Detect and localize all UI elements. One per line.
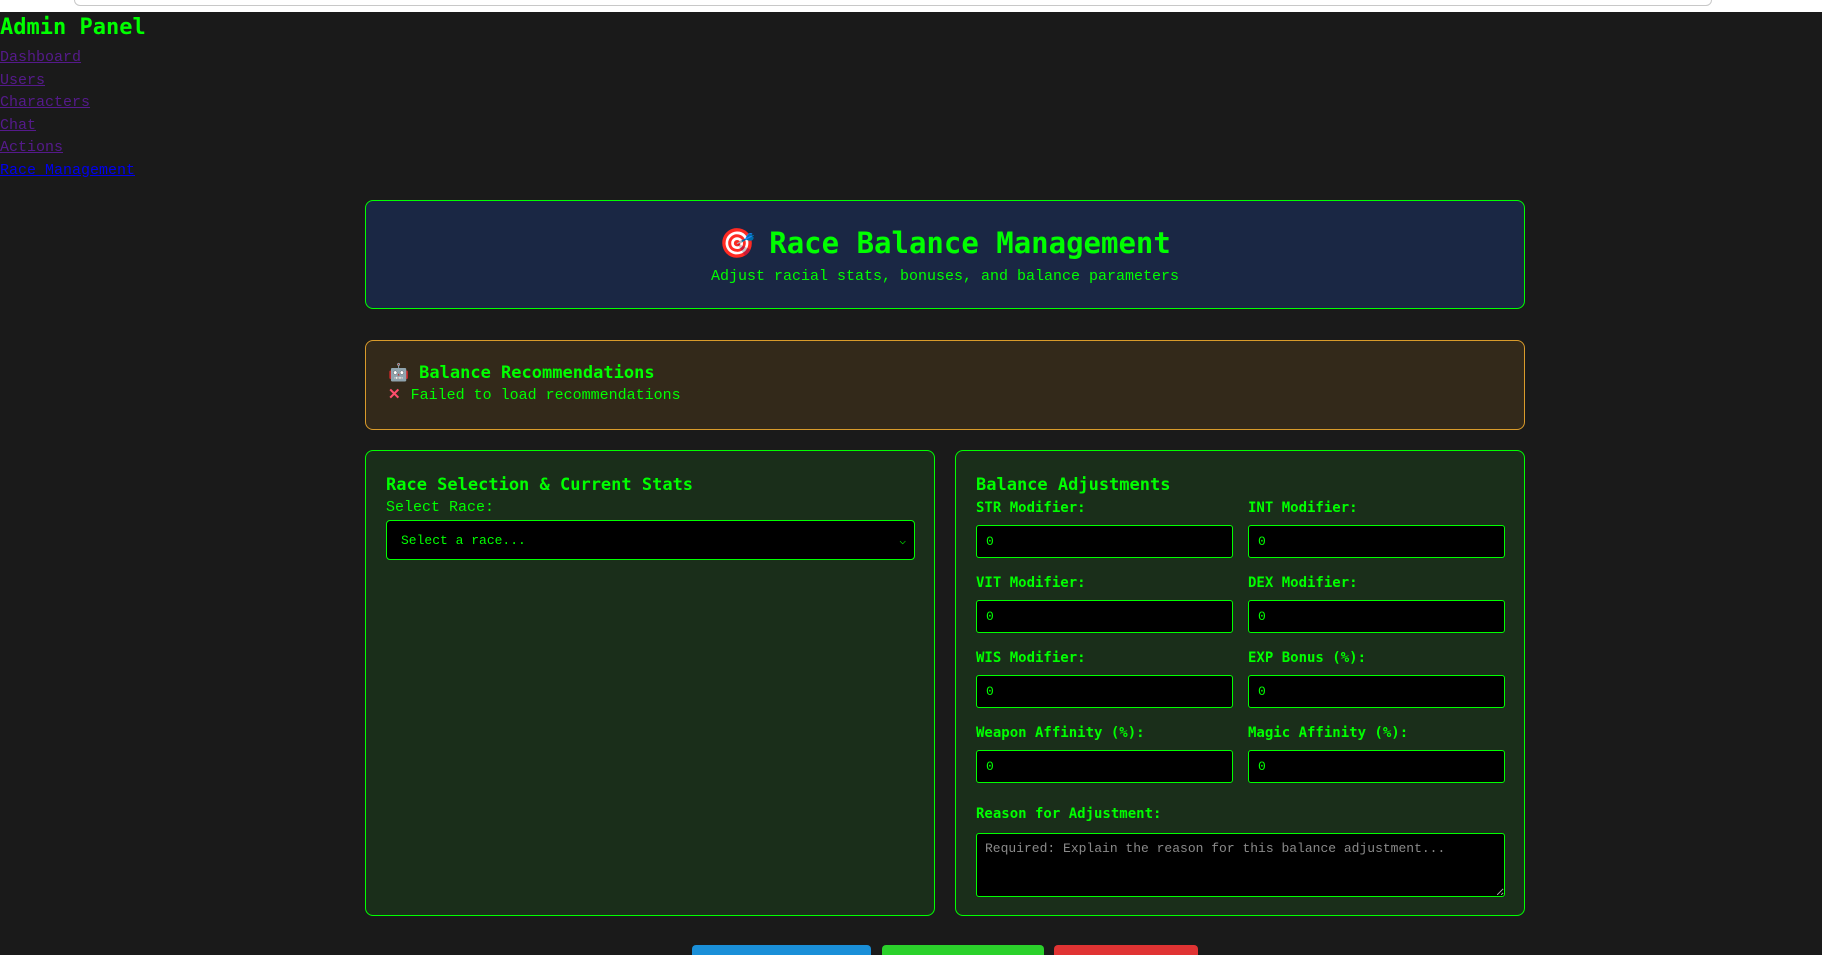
weapon-affinity-label: Weapon Affinity (%): — [976, 725, 1145, 741]
admin-nav: Dashboard Users Characters Chat Actions … — [0, 47, 135, 182]
vit-modifier-label: VIT Modifier: — [976, 575, 1086, 591]
action-button-red[interactable] — [1054, 945, 1198, 955]
str-modifier-label: STR Modifier: — [976, 500, 1086, 516]
int-modifier-label: INT Modifier: — [1248, 500, 1358, 516]
dex-modifier-label: DEX Modifier: — [1248, 575, 1358, 591]
exp-bonus-field: EXP Bonus (%): — [1248, 648, 1505, 708]
address-bar[interactable] — [74, 0, 1712, 6]
action-button-green[interactable] — [882, 945, 1044, 955]
race-selection-panel: Race Selection & Current Stats Select Ra… — [365, 450, 935, 916]
admin-panel-title: Admin Panel — [0, 15, 146, 40]
x-icon: ✕ — [388, 387, 401, 404]
race-selection-title: Race Selection & Current Stats — [386, 475, 694, 495]
race-select[interactable]: Select a race... ⌵ — [386, 520, 915, 560]
magic-affinity-field: Magic Affinity (%): — [1248, 723, 1505, 783]
dex-modifier-field: DEX Modifier: — [1248, 573, 1505, 633]
weapon-affinity-input[interactable] — [976, 750, 1233, 783]
balance-adjustments-title: Balance Adjustments — [976, 475, 1171, 495]
exp-bonus-input[interactable] — [1248, 675, 1505, 708]
magic-affinity-label: Magic Affinity (%): — [1248, 725, 1409, 741]
vit-modifier-input[interactable] — [976, 600, 1233, 633]
recommendations-panel: 🤖 Balance Recommendations ✕ Failed to load… — [365, 340, 1525, 430]
page-subtitle: Adjust racial stats, bonuses, and balanc… — [710, 268, 1180, 285]
race-select-value: Select a race... — [401, 533, 526, 548]
magic-affinity-input[interactable] — [1248, 750, 1505, 783]
nav-link-race-management[interactable]: Race Management — [0, 160, 135, 183]
int-modifier-field: INT Modifier: — [1248, 498, 1505, 558]
recommendations-title-row: 🤖 Balance Recommendations — [388, 361, 655, 385]
target-icon: 🎯 — [719, 226, 756, 260]
wis-modifier-label: WIS Modifier: — [976, 650, 1086, 666]
select-race-label: Select Race: — [386, 499, 495, 516]
robot-icon: 🤖 — [388, 363, 410, 383]
recommendations-error-text: Failed to load recommendations — [410, 387, 681, 404]
reason-textarea[interactable] — [976, 833, 1505, 897]
nav-link-users[interactable]: Users — [0, 70, 135, 93]
action-button-blue[interactable] — [692, 945, 871, 955]
page-title: Race Balance Management — [769, 226, 1171, 260]
nav-link-characters[interactable]: Characters — [0, 92, 135, 115]
str-modifier-field: STR Modifier: — [976, 498, 1233, 558]
exp-bonus-label: EXP Bonus (%): — [1248, 650, 1367, 666]
browser-chrome — [0, 0, 1822, 12]
weapon-affinity-field: Weapon Affinity (%): — [976, 723, 1233, 783]
str-modifier-input[interactable] — [976, 525, 1233, 558]
chevron-down-icon: ⌵ — [899, 534, 906, 547]
wis-modifier-field: WIS Modifier: — [976, 648, 1233, 708]
wis-modifier-input[interactable] — [976, 675, 1233, 708]
reason-field: Reason for Adjustment: — [976, 804, 1505, 901]
page-header: 🎯 Race Balance Management Adjust racial s… — [365, 200, 1525, 309]
nav-link-dashboard[interactable]: Dashboard — [0, 47, 135, 70]
page-title-row: 🎯 Race Balance Management — [366, 223, 1524, 263]
dex-modifier-input[interactable] — [1248, 600, 1505, 633]
recommendations-error: ✕ Failed to load recommendations — [388, 385, 681, 407]
nav-link-chat[interactable]: Chat — [0, 115, 135, 138]
nav-link-actions[interactable]: Actions — [0, 137, 135, 160]
recommendations-title: Balance Recommendations — [419, 363, 655, 383]
balance-adjustments-panel: Balance Adjustments STR Modifier: INT Mo… — [955, 450, 1525, 916]
int-modifier-input[interactable] — [1248, 525, 1505, 558]
reason-label: Reason for Adjustment: — [976, 806, 1162, 822]
vit-modifier-field: VIT Modifier: — [976, 573, 1233, 633]
